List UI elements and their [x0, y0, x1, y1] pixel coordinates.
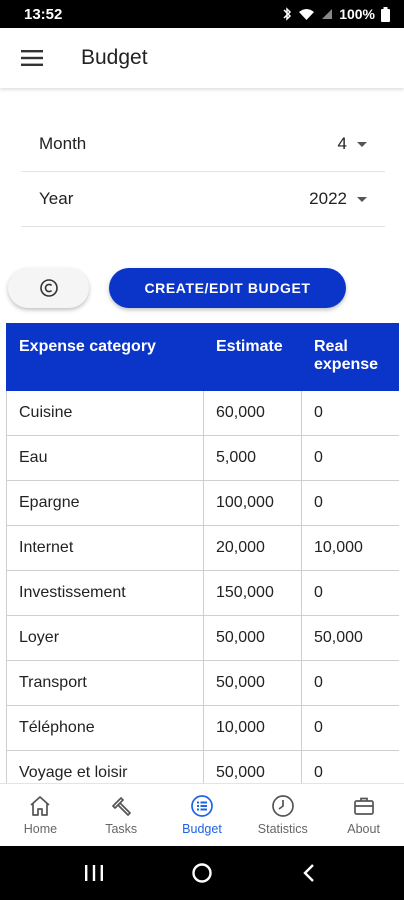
real-expense-cell: 0 [301, 390, 399, 436]
estimate-cell: 60,000 [203, 390, 302, 436]
battery-icon [381, 6, 390, 22]
category-cell: Eau [6, 435, 204, 481]
real-expense-cell: 0 [301, 705, 399, 751]
hammer-icon [112, 797, 132, 816]
table-row[interactable]: Loyer 50,000 50,000 [6, 615, 399, 661]
copyright-button[interactable] [8, 268, 89, 308]
home-icon [30, 796, 50, 816]
category-cell: Transport [6, 660, 204, 706]
nav-tasks-label: Tasks [105, 822, 138, 836]
year-selector[interactable]: Year 2022 [21, 172, 385, 227]
home-button-icon[interactable] [190, 861, 214, 885]
budget-table-container[interactable]: Expense category Estimate Real expense C… [6, 323, 399, 783]
nav-statistics[interactable]: Statistics [242, 784, 323, 846]
list-icon [191, 795, 213, 817]
back-icon[interactable] [298, 861, 322, 885]
nav-budget[interactable]: Budget [162, 784, 243, 846]
real-expense-cell: 50,000 [301, 615, 399, 661]
year-value: 2022 [309, 189, 347, 208]
caret-down-icon [357, 196, 367, 202]
status-time: 13:52 [24, 5, 63, 23]
category-cell: Internet [6, 525, 204, 571]
month-label: Month [39, 134, 87, 153]
hamburger-menu-icon [21, 50, 43, 66]
app-bar: Budget [0, 28, 404, 88]
page-title: Budget [81, 46, 148, 69]
header-expense-category: Expense category [6, 323, 204, 391]
month-value: 4 [337, 134, 347, 153]
header-real-expense: Real expense [301, 323, 399, 391]
bottom-navigation: Home Tasks Budget Statistics About [0, 783, 404, 846]
table-row[interactable]: Voyage et loisir 50,000 0 [6, 750, 399, 783]
table-row[interactable]: Eau 5,000 0 [6, 435, 399, 481]
real-expense-cell: 0 [301, 435, 399, 481]
header-estimate: Estimate [203, 323, 302, 391]
status-bar: 13:52 100% [0, 0, 404, 28]
estimate-cell: 100,000 [203, 480, 302, 526]
year-label: Year [39, 189, 74, 208]
nav-about[interactable]: About [323, 784, 404, 846]
action-buttons: CREATE/EDIT BUDGET [8, 268, 398, 308]
month-selector[interactable]: Month 4 [21, 117, 385, 172]
status-icons: 100% [282, 6, 390, 22]
date-selectors: Month 4 Year 2022 [21, 117, 385, 227]
signal-icon [322, 9, 333, 19]
table-row[interactable]: Internet 20,000 10,000 [6, 525, 399, 571]
nav-home-label: Home [23, 822, 58, 836]
create-edit-budget-button[interactable]: CREATE/EDIT BUDGET [109, 268, 346, 308]
table-row[interactable]: Téléphone 10,000 0 [6, 705, 399, 751]
category-cell: Epargne [6, 480, 204, 526]
wifi-icon [299, 8, 315, 20]
estimate-cell: 50,000 [203, 750, 302, 783]
caret-down-icon [357, 141, 367, 147]
category-cell: Cuisine [6, 390, 204, 436]
month-dropdown[interactable]: 4 [338, 134, 367, 154]
budget-table: Expense category Estimate Real expense C… [6, 323, 399, 783]
year-dropdown[interactable]: 2022 [309, 189, 367, 209]
estimate-cell: 20,000 [203, 525, 302, 571]
nav-statistics-label: Statistics [257, 822, 308, 836]
battery-percent: 100% [339, 6, 375, 22]
real-expense-cell: 0 [301, 570, 399, 616]
real-expense-cell: 10,000 [301, 525, 399, 571]
menu-button[interactable] [0, 28, 64, 88]
table-row[interactable]: Investissement 150,000 0 [6, 570, 399, 616]
bluetooth-icon [283, 7, 292, 21]
briefcase-icon [353, 797, 374, 815]
category-cell: Investissement [6, 570, 204, 616]
copyright-icon [39, 279, 58, 297]
estimate-cell: 50,000 [203, 660, 302, 706]
category-cell: Téléphone [6, 705, 204, 751]
nav-home[interactable]: Home [0, 784, 81, 846]
estimate-cell: 150,000 [203, 570, 302, 616]
nav-about-label: About [347, 822, 380, 836]
category-cell: Loyer [6, 615, 204, 661]
estimate-cell: 10,000 [203, 705, 302, 751]
real-expense-cell: 0 [301, 750, 399, 783]
real-expense-cell: 0 [301, 480, 399, 526]
nav-budget-label: Budget [182, 822, 222, 836]
table-header-row: Expense category Estimate Real expense [6, 323, 399, 391]
estimate-cell: 50,000 [203, 615, 302, 661]
nav-tasks[interactable]: Tasks [81, 784, 162, 846]
real-expense-cell: 0 [301, 660, 399, 706]
table-row[interactable]: Epargne 100,000 0 [6, 480, 399, 526]
system-navigation-bar [0, 846, 404, 900]
clock-icon [271, 795, 294, 817]
category-cell: Voyage et loisir [6, 750, 204, 783]
table-row[interactable]: Cuisine 60,000 0 [6, 390, 399, 436]
table-row[interactable]: Transport 50,000 0 [6, 660, 399, 706]
estimate-cell: 5,000 [203, 435, 302, 481]
recent-apps-icon[interactable] [82, 863, 106, 883]
